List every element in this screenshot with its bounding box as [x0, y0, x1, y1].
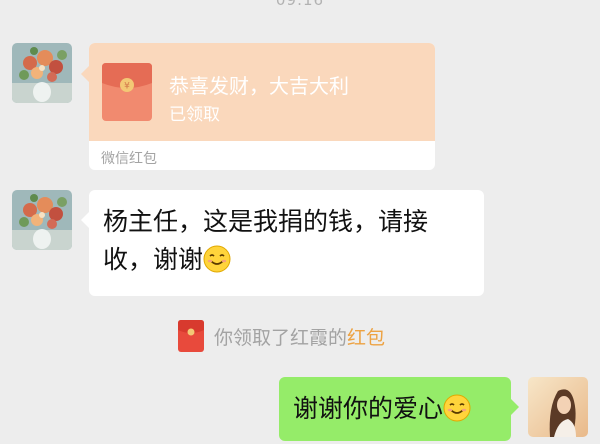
smile-emoji-icon: [443, 394, 471, 422]
chat-timestamp: 09:16: [275, 0, 325, 9]
message-bubble-incoming[interactable]: 杨主任，这是我捐的钱，请接收，谢谢: [81, 190, 484, 296]
bubble-tail: [81, 66, 89, 82]
bubble-tail: [511, 399, 519, 415]
contact-avatar[interactable]: [12, 43, 72, 103]
message-text: 杨主任，这是我捐的钱，请接收，谢谢: [103, 203, 475, 279]
message-bubble-outgoing[interactable]: 谢谢你的爱心: [279, 377, 519, 441]
red-packet-card[interactable]: ¥ 恭喜发财，大吉大利 已领取 微信红包: [81, 43, 435, 170]
svg-text:¥: ¥: [124, 82, 130, 92]
contact-avatar[interactable]: [12, 190, 72, 250]
smile-emoji-icon: [203, 245, 231, 273]
bubble-tail: [81, 212, 89, 228]
red-packet-greeting: 恭喜发财，大吉大利: [169, 74, 349, 98]
message-content: 谢谢你的爱心: [293, 394, 444, 423]
red-packet-status: 已领取: [169, 105, 220, 125]
my-avatar[interactable]: [528, 377, 588, 437]
red-envelope-icon: ¥: [102, 63, 152, 121]
red-packet-link[interactable]: 红包: [347, 327, 385, 349]
notice-text: 你领取了红霞的: [214, 327, 348, 349]
message-content: 杨主任，这是我捐的钱，请接收，谢谢: [103, 207, 429, 274]
message-text: 谢谢你的爱心: [293, 390, 471, 428]
red-packet-icon: [178, 320, 204, 352]
red-packet-footer: 微信红包: [101, 151, 157, 167]
